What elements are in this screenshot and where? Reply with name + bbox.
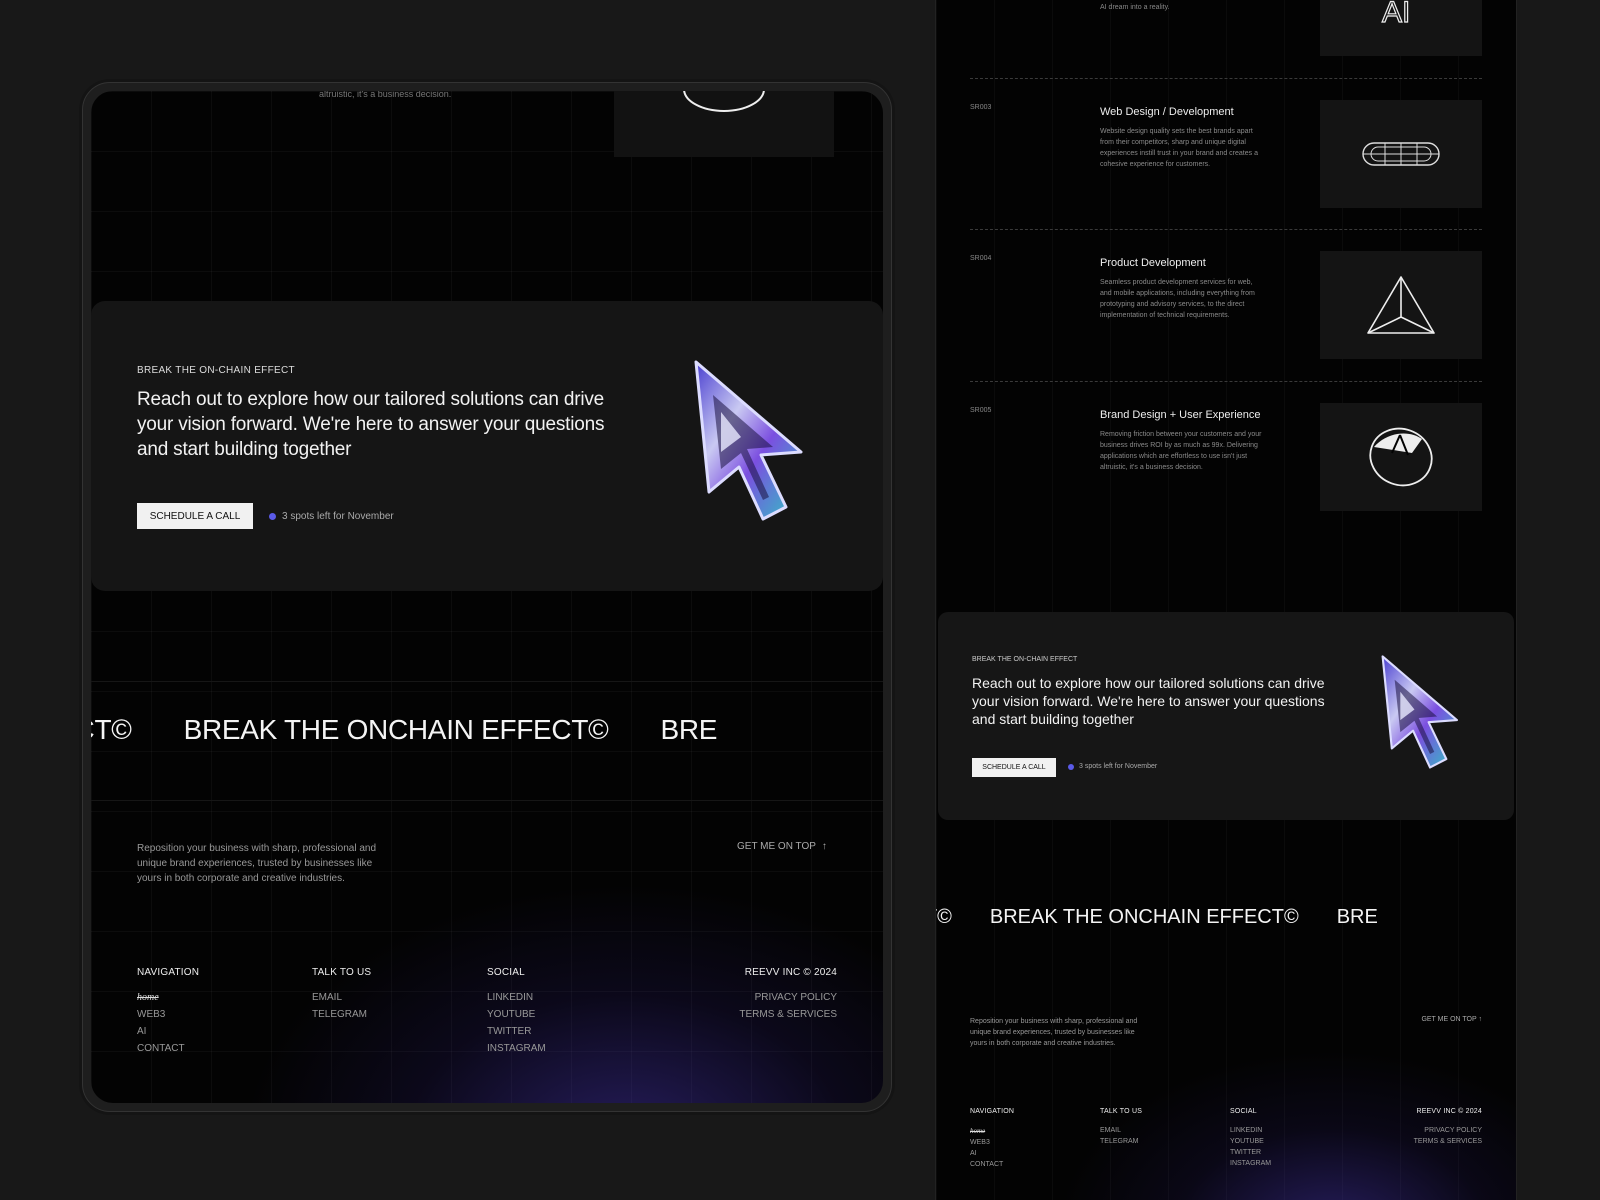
telegram-link[interactable]: TELEGRAM bbox=[312, 1009, 371, 1020]
long-page-mockup: AI dream into a reality. AI SR003 Web De… bbox=[935, 0, 1517, 1200]
youtube-link[interactable]: YOUTUBE bbox=[487, 1009, 546, 1020]
marquee-banner: HAIN EFFECT© BREAK THE ONCHAIN EFFECT© B… bbox=[91, 681, 883, 801]
linkedin-link[interactable]: LINKEDIN bbox=[1230, 1127, 1271, 1134]
pyramid-icon bbox=[1320, 251, 1482, 359]
service-code: SR005 bbox=[970, 407, 992, 414]
tablet-screen: altruistic, it's a business decision. BR… bbox=[91, 91, 883, 1103]
marquee-text: BREAK THE ONCHAIN EFFECT© bbox=[989, 906, 1299, 928]
footer-description: Reposition your business with sharp, pro… bbox=[137, 843, 377, 884]
service-row: SR004 Product Development Seamless produ… bbox=[970, 229, 1482, 379]
service-code: SR003 bbox=[970, 104, 992, 111]
divider bbox=[970, 381, 1482, 382]
status-dot-icon bbox=[269, 513, 276, 520]
nav-link-home[interactable]: home bbox=[970, 1127, 1014, 1135]
divider bbox=[970, 229, 1482, 230]
marquee-text: HAIN EFFECT© bbox=[936, 906, 952, 928]
column-title: TALK TO US bbox=[312, 967, 372, 978]
footer-nav-column: NAVIGATION home WEB3 AI CONTACT bbox=[970, 1108, 1014, 1172]
service-description: Seamless product development services fo… bbox=[1100, 279, 1255, 319]
spots-left-text: 3 spots left for November bbox=[1079, 763, 1158, 770]
column-title: NAVIGATION bbox=[137, 967, 200, 978]
service-title: Brand Design + User Experience bbox=[1100, 409, 1261, 421]
service-illustration: AI bbox=[1320, 0, 1482, 56]
footer-nav-column: NAVIGATION home WEB3 AI CONTACT bbox=[137, 967, 199, 1060]
marquee-text: BRE bbox=[1336, 906, 1378, 928]
service-code: SR004 bbox=[970, 255, 992, 262]
nav-link-ai[interactable]: AI bbox=[137, 1026, 199, 1037]
nav-link-home[interactable]: home bbox=[137, 992, 199, 1003]
footer-talk-column: TALK TO US EMAIL TELEGRAM bbox=[1100, 1108, 1142, 1149]
footer-social-column: SOCIAL LINKEDIN YOUTUBE TWITTER INSTAGRA… bbox=[1230, 1108, 1271, 1171]
back-to-top-label: GET ME ON TOP bbox=[737, 841, 816, 852]
svg-text:AI: AI bbox=[1382, 0, 1410, 29]
nav-link-web3[interactable]: WEB3 bbox=[970, 1139, 1014, 1146]
spots-left-text: 3 spots left for November bbox=[282, 511, 394, 522]
cta-eyebrow: BREAK THE ON-CHAIN EFFECT bbox=[137, 365, 295, 376]
twitter-link[interactable]: TWITTER bbox=[1230, 1149, 1271, 1156]
nav-link-contact[interactable]: CONTACT bbox=[970, 1161, 1014, 1168]
cta-section: BREAK THE ON-CHAIN EFFECT Reach out to e… bbox=[91, 301, 883, 591]
back-to-top-link[interactable]: GET ME ON TOP ↑ bbox=[1421, 1016, 1482, 1023]
youtube-link[interactable]: YOUTUBE bbox=[1230, 1138, 1271, 1145]
privacy-policy-link[interactable]: PRIVACY POLICY bbox=[739, 992, 837, 1003]
column-title: SOCIAL bbox=[487, 967, 525, 978]
linkedin-link[interactable]: LINKEDIN bbox=[487, 992, 546, 1003]
footer-description: Reposition your business with sharp, pro… bbox=[970, 1018, 1138, 1047]
instagram-link[interactable]: INSTAGRAM bbox=[487, 1043, 546, 1054]
column-title: NAVIGATION bbox=[970, 1108, 1015, 1115]
cta-headline: Reach out to explore how our tailored so… bbox=[972, 675, 1325, 727]
arrow-up-icon: ↑ bbox=[821, 841, 827, 852]
marquee-text: BREAK THE ONCHAIN EFFECT© bbox=[183, 714, 609, 745]
service-row: SR005 Brand Design + User Experience Rem… bbox=[970, 381, 1482, 531]
marquee-text: HAIN EFFECT© bbox=[91, 714, 132, 745]
divider bbox=[970, 78, 1482, 79]
email-link[interactable]: EMAIL bbox=[312, 992, 371, 1003]
back-to-top-link[interactable]: GET ME ON TOP ↑ bbox=[737, 841, 827, 852]
service-description: Website design quality sets the best bra… bbox=[1100, 128, 1258, 168]
footer-legal-column: REEVV INC © 2024 PRIVACY POLICY TERMS & … bbox=[1414, 1108, 1482, 1149]
email-link[interactable]: EMAIL bbox=[1100, 1127, 1142, 1134]
nav-link-web3[interactable]: WEB3 bbox=[137, 1009, 199, 1020]
ai-logo-icon: AI bbox=[1381, 0, 1411, 30]
column-title: SOCIAL bbox=[1230, 1108, 1257, 1115]
availability-status: 3 spots left for November bbox=[1068, 763, 1157, 770]
service-desc-fragment: altruistic, it's a business decision. bbox=[319, 91, 452, 99]
terms-link[interactable]: TERMS & SERVICES bbox=[1414, 1138, 1482, 1145]
telegram-link[interactable]: TELEGRAM bbox=[1100, 1138, 1142, 1145]
copyright: REEVV INC © 2024 bbox=[1416, 1108, 1482, 1115]
cta-eyebrow: BREAK THE ON-CHAIN EFFECT bbox=[972, 656, 1078, 663]
ellipse-icon bbox=[683, 91, 765, 112]
brand-mark-icon bbox=[1320, 403, 1482, 511]
cursor-3d-icon bbox=[1372, 652, 1464, 779]
tablet-mockup: altruistic, it's a business decision. BR… bbox=[82, 82, 892, 1112]
terms-link[interactable]: TERMS & SERVICES bbox=[739, 1009, 837, 1020]
instagram-link[interactable]: INSTAGRAM bbox=[1230, 1160, 1271, 1167]
service-row: SR003 Web Design / Development Website d… bbox=[970, 78, 1482, 228]
marquee-text: BRE bbox=[660, 714, 718, 745]
privacy-policy-link[interactable]: PRIVACY POLICY bbox=[1414, 1127, 1482, 1134]
service-title: Web Design / Development bbox=[1100, 106, 1234, 118]
footer-social-column: SOCIAL LINKEDIN YOUTUBE TWITTER INSTAGRA… bbox=[487, 967, 546, 1060]
schedule-call-button[interactable]: SCHEDULE A CALL bbox=[137, 503, 253, 529]
cursor-3d-icon bbox=[681, 357, 811, 532]
marquee-banner: HAIN EFFECT© BREAK THE ONCHAIN EFFECT© B… bbox=[936, 900, 1516, 940]
footer-legal-column: REEVV INC © 2024 PRIVACY POLICY TERMS & … bbox=[739, 967, 837, 1026]
service-illustration bbox=[614, 91, 834, 157]
copyright: REEVV INC © 2024 bbox=[744, 967, 837, 978]
status-dot-icon bbox=[1068, 763, 1074, 770]
service-desc-fragment: AI dream into a reality. bbox=[1100, 4, 1170, 11]
nav-link-contact[interactable]: CONTACT bbox=[137, 1043, 199, 1054]
cta-section: BREAK THE ON-CHAIN EFFECT Reach out to e… bbox=[938, 612, 1514, 820]
web-design-icon bbox=[1320, 100, 1482, 208]
footer-talk-column: TALK TO US EMAIL TELEGRAM bbox=[312, 967, 371, 1026]
schedule-call-button[interactable]: SCHEDULE A CALL bbox=[972, 758, 1056, 777]
availability-status: 3 spots left for November bbox=[269, 511, 394, 522]
service-title: Product Development bbox=[1100, 257, 1206, 269]
nav-link-ai[interactable]: AI bbox=[970, 1150, 1014, 1157]
service-description: Removing friction between your customers… bbox=[1100, 431, 1262, 471]
cta-headline: Reach out to explore how our tailored so… bbox=[137, 389, 605, 460]
column-title: TALK TO US bbox=[1100, 1108, 1143, 1115]
twitter-link[interactable]: TWITTER bbox=[487, 1026, 546, 1037]
